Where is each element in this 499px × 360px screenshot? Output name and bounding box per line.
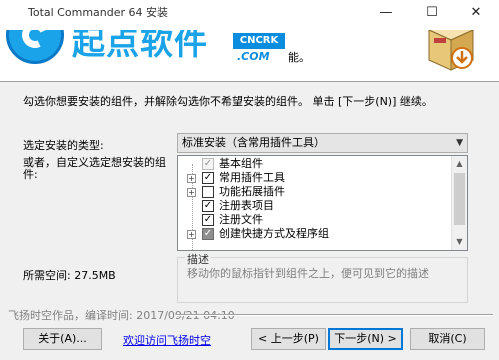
- visit-website-link[interactable]: 欢迎访问飞扬时空: [123, 332, 211, 348]
- next-button[interactable]: 下一步(N) >: [328, 328, 403, 350]
- scroll-up-arrow-icon[interactable]: ▲: [452, 156, 467, 172]
- component-label: 常用插件工具: [219, 171, 285, 184]
- install-type-select[interactable]: 标准安装（含常用插件工具） ▼: [177, 133, 468, 153]
- component-checkbox[interactable]: [202, 186, 214, 198]
- component-item[interactable]: ✓ 注册文件: [178, 213, 453, 227]
- scrollbar-thumb[interactable]: [454, 173, 465, 225]
- brand-badge: CNCRK: [233, 33, 285, 49]
- window-title: Total Commander 64 安装: [28, 6, 169, 19]
- component-checkbox: ✓: [202, 158, 214, 170]
- component-checkbox[interactable]: ✓: [202, 200, 214, 212]
- expand-plus-icon[interactable]: +: [187, 188, 196, 197]
- component-item[interactable]: + ✓ 常用插件工具: [178, 171, 453, 185]
- component-label: 基本组件: [219, 157, 263, 170]
- brand-domain: .COM: [237, 50, 270, 63]
- custom-components-label: 或者，自定义选定想安装的组件:: [23, 156, 166, 181]
- back-button[interactable]: < 上一步(P): [251, 328, 326, 350]
- description-group: 描述 移动你的鼠标指针到组件之上，便可见到它的描述: [177, 251, 468, 303]
- component-label: 注册表项目: [219, 199, 274, 212]
- chevron-down-icon: ▼: [456, 138, 463, 148]
- instruction-text: 勾选你想要安装的组件，并解除勾选你不希望安装的组件。 单击 [下一步(N)] 继…: [23, 95, 433, 108]
- component-checkbox[interactable]: ✓: [202, 228, 214, 240]
- components-tree[interactable]: ✓ 基本组件 + ✓ 常用插件工具 + 功能拓展插件 ✓ 注册表项目 ✓ 注册文件 + ✓ 创建快捷方式及…: [177, 155, 468, 251]
- about-button[interactable]: 关于(A)...: [23, 328, 102, 350]
- component-label: 功能拓展插件: [219, 185, 285, 198]
- description-legend: 描述: [185, 251, 211, 267]
- component-label: 创建快捷方式及程序组: [219, 227, 329, 240]
- install-type-label: 选定安装的类型:: [23, 139, 104, 152]
- component-item[interactable]: ✓ 基本组件: [178, 157, 453, 171]
- component-checkbox[interactable]: ✓: [202, 214, 214, 226]
- expand-plus-icon[interactable]: +: [187, 230, 196, 239]
- expand-plus-icon[interactable]: +: [187, 174, 196, 183]
- title-bar: Total Commander 64 安装 — ☐ ✕: [0, 0, 499, 30]
- maximize-button[interactable]: ☐: [409, 0, 455, 26]
- description-text: 移动你的鼠标指针到组件之上，便可见到它的描述: [187, 267, 429, 280]
- component-item[interactable]: + 功能拓展插件: [178, 185, 453, 199]
- component-item[interactable]: + ✓ 创建快捷方式及程序组: [178, 227, 453, 241]
- component-checkbox[interactable]: ✓: [202, 172, 214, 184]
- separator-line: [176, 314, 493, 316]
- component-label: 注册文件: [219, 213, 263, 226]
- scroll-down-arrow-icon[interactable]: ▼: [452, 234, 467, 250]
- space-required-label: 所需空间: 27.5MB: [23, 269, 116, 282]
- cancel-button[interactable]: 取消(C): [410, 328, 485, 350]
- component-item[interactable]: ✓ 注册表项目: [178, 199, 453, 213]
- close-button[interactable]: ✕: [453, 0, 499, 26]
- install-type-value: 标准安装（含常用插件工具）: [182, 136, 325, 149]
- tree-scrollbar[interactable]: ▲ ▼: [451, 156, 467, 250]
- minimize-button[interactable]: —: [363, 0, 409, 26]
- header-subtitle-tail: 能。: [288, 51, 310, 64]
